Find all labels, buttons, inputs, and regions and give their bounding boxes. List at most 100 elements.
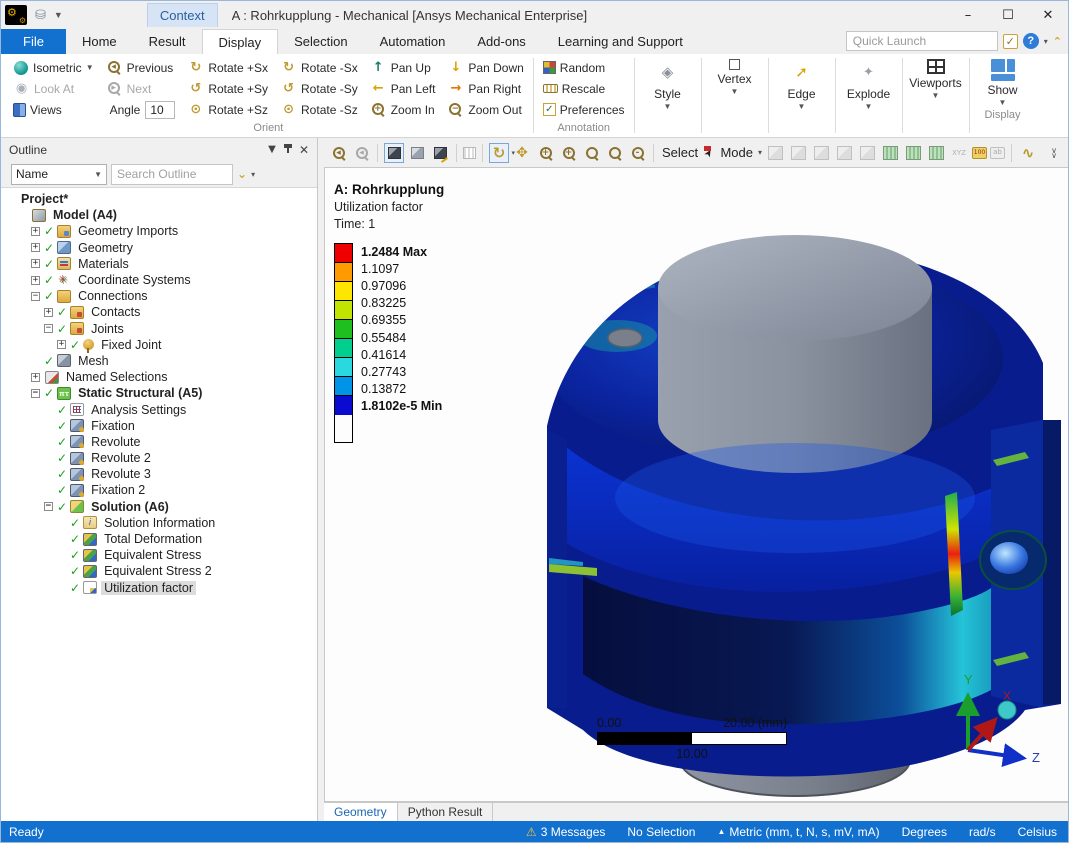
feedback-icon[interactable]: ✓	[1003, 34, 1018, 49]
show-button[interactable]: Show▼	[974, 54, 1032, 107]
tab-file[interactable]: File	[1, 29, 66, 54]
rotate-sy-button[interactable]: Rotate +Sy	[183, 78, 272, 99]
outline-close-icon[interactable]: ✕	[295, 143, 313, 157]
collapse-ribbon-icon[interactable]: ⌃	[1053, 35, 1062, 48]
outline-menu-dropdown-icon[interactable]: ▼	[263, 144, 281, 155]
selection-status[interactable]: No Selection	[616, 825, 706, 839]
rotate-sx-button[interactable]: Rotate -Sx	[276, 57, 362, 78]
minimize-button[interactable]: –	[948, 1, 988, 29]
chevron-down-icon[interactable]: ▼	[999, 98, 1007, 107]
select-face-icon[interactable]	[834, 143, 854, 163]
help-icon[interactable]: ?	[1023, 33, 1039, 49]
expander-plus-icon[interactable]: +	[44, 308, 53, 317]
tree-item-geometry-imports[interactable]: +✓Geometry Imports	[1, 223, 317, 239]
expander-plus-icon[interactable]: +	[57, 340, 66, 349]
section-style-icon[interactable]	[430, 143, 450, 163]
tree-item-contacts[interactable]: +✓Contacts	[1, 304, 317, 320]
previous-button[interactable]: ◂Previous	[102, 57, 180, 78]
rescale-button[interactable]: Rescale	[539, 78, 629, 99]
tree-item-analysis-settings[interactable]: ✓Analysis Settings	[1, 401, 317, 417]
tree-item-total-deformation[interactable]: ✓Total Deformation	[1, 531, 317, 547]
pan-down-button[interactable]: Pan Down	[443, 57, 527, 78]
select-body-icon[interactable]	[857, 143, 877, 163]
select-element-icon[interactable]	[926, 143, 946, 163]
tab-learning-and-support[interactable]: Learning and Support	[542, 29, 699, 54]
tab-display[interactable]: Display	[202, 29, 279, 54]
select-vertex-icon[interactable]	[788, 143, 808, 163]
text-label-icon[interactable]	[990, 147, 1005, 159]
rotate-sz-button[interactable]: Rotate +Sz	[183, 99, 272, 120]
search-outline-input[interactable]	[111, 164, 233, 185]
viewports-button[interactable]: Viewports▼	[907, 54, 965, 100]
chevron-down-icon[interactable]: ▼	[664, 102, 672, 111]
pan-right-button[interactable]: Pan Right	[443, 78, 527, 99]
expander-plus-icon[interactable]: +	[31, 243, 40, 252]
zoom-out-button[interactable]: −Zoom Out	[443, 99, 527, 120]
mode-dropdown-icon[interactable]: ▾	[758, 148, 762, 157]
tree-item-revolute[interactable]: ✓Revolute	[1, 434, 317, 450]
temperature-unit-status[interactable]: Celsius	[1007, 825, 1068, 839]
graphics-viewport[interactable]: A: Rohrkupplung Utilization factor Time:…	[324, 167, 1068, 802]
chevron-down-icon[interactable]: ▼	[865, 102, 873, 111]
pan-left-button[interactable]: Pan Left	[366, 78, 440, 99]
tab-add-ons[interactable]: Add-ons	[461, 29, 541, 54]
tree-item-static-structural-a5[interactable]: −✓Static Structural (A5)	[1, 385, 317, 401]
expander-minus-icon[interactable]: −	[44, 324, 53, 333]
expander-plus-icon[interactable]: +	[31, 276, 40, 285]
tree-item-solution-information[interactable]: ✓Solution Information	[1, 515, 317, 531]
tree-item-connections[interactable]: −✓Connections	[1, 288, 317, 304]
zoom-box-mode-icon[interactable]: +	[558, 143, 578, 163]
expander-minus-icon[interactable]: −	[44, 502, 53, 511]
angular-velocity-unit-status[interactable]: rad/s	[958, 825, 1007, 839]
random-button[interactable]: Random	[539, 57, 629, 78]
chevron-down-icon[interactable]: ▼	[731, 87, 739, 96]
search-expand-icon[interactable]: ⌄	[237, 167, 247, 181]
mode-label[interactable]: Mode	[720, 145, 753, 160]
tree-item-fixation-2[interactable]: ✓Fixation 2	[1, 482, 317, 498]
pan-mode-icon[interactable]	[512, 143, 532, 163]
expander-plus-icon[interactable]: +	[31, 259, 40, 268]
tree-item-equivalent-stress[interactable]: ✓Equivalent Stress	[1, 547, 317, 563]
tree-item-equivalent-stress-2[interactable]: ✓Equivalent Stress 2	[1, 563, 317, 579]
zoom-out-mode-icon[interactable]: -	[627, 143, 647, 163]
name-filter-combo[interactable]: Name ▼	[11, 164, 107, 185]
zoom-back-icon[interactable]: ◂	[328, 143, 348, 163]
help-dropdown-icon[interactable]: ▾	[1044, 37, 1048, 46]
shaded-wireframe-icon[interactable]	[407, 143, 427, 163]
angle-unit-status[interactable]: Degrees	[891, 825, 958, 839]
search-dropdown-icon[interactable]: ▾	[251, 170, 255, 179]
views-button[interactable]: Views	[9, 99, 98, 120]
pan-up-button[interactable]: Pan Up	[366, 57, 440, 78]
close-button[interactable]: ✕	[1028, 1, 1068, 29]
expander-plus-icon[interactable]: +	[31, 373, 40, 382]
tree-item-model-a4[interactable]: Model (A4)	[1, 207, 317, 223]
tree-item-coordinate-systems[interactable]: +✓Coordinate Systems	[1, 272, 317, 288]
angle-input[interactable]: 10	[145, 101, 175, 119]
tree-item-fixation[interactable]: ✓Fixation	[1, 418, 317, 434]
isometric-button[interactable]: Isometric▼	[9, 57, 98, 78]
rotate-sz-button[interactable]: Rotate -Sz	[276, 99, 362, 120]
tree-item-materials[interactable]: +✓Materials	[1, 256, 317, 272]
expander-minus-icon[interactable]: −	[31, 389, 40, 398]
coordinate-probe-icon[interactable]	[949, 143, 969, 163]
zoom-fit-mode-icon[interactable]	[581, 143, 601, 163]
tree-item-geometry[interactable]: +✓Geometry	[1, 240, 317, 256]
save-icon[interactable]: ⛁	[35, 8, 46, 23]
chevron-down-icon[interactable]: ▼	[932, 91, 940, 100]
section-plane-icon[interactable]	[463, 147, 476, 159]
chevron-down-icon[interactable]: ▼	[86, 63, 94, 72]
zoom-in-button[interactable]: +Zoom In	[366, 99, 440, 120]
tree-item-solution-a6[interactable]: −✓Solution (A6)	[1, 499, 317, 515]
explode-button[interactable]: Explode▼	[840, 54, 898, 111]
tree-item-revolute-3[interactable]: ✓Revolute 3	[1, 466, 317, 482]
style-button[interactable]: Style▼	[639, 54, 697, 111]
chart-wave-icon[interactable]	[1018, 143, 1038, 163]
shaded-exterior-icon[interactable]	[384, 143, 404, 163]
select-node-icon[interactable]	[880, 143, 900, 163]
tree-item-mesh[interactable]: ✓Mesh	[1, 353, 317, 369]
select-edge-icon[interactable]	[811, 143, 831, 163]
extend-selection-icon[interactable]	[765, 143, 785, 163]
zoom-undo-icon[interactable]: ◂	[351, 143, 371, 163]
edge-button[interactable]: Edge▼	[773, 54, 831, 111]
orientation-triad[interactable]: Y Z X	[935, 658, 1040, 773]
